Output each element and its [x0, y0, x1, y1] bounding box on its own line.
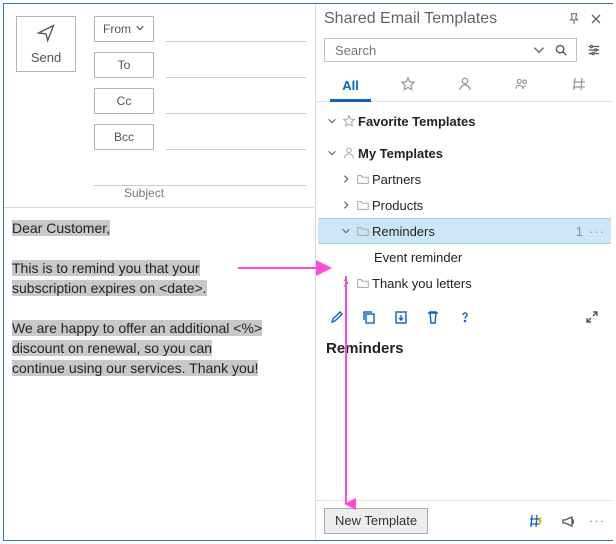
- search-box[interactable]: [324, 38, 577, 62]
- tree-folder[interactable]: Reminders1 ···: [318, 218, 611, 244]
- tree-count: 1: [576, 224, 583, 239]
- tab-tags[interactable]: [550, 69, 607, 101]
- tree-template[interactable]: Event reminder: [318, 244, 611, 270]
- star-icon: [340, 114, 358, 128]
- chevron-down-icon[interactable]: [324, 116, 340, 126]
- chevron-right-icon[interactable]: [338, 278, 354, 288]
- tree-folder[interactable]: Partners: [318, 166, 611, 192]
- tree-folder[interactable]: Products: [318, 192, 611, 218]
- close-icon[interactable]: [585, 8, 607, 30]
- body-line: subscription expires on <date>.: [12, 280, 207, 296]
- tab-all-label: All: [342, 78, 359, 93]
- import-icon[interactable]: [390, 306, 412, 328]
- tree-label: Partners: [372, 172, 605, 187]
- new-template-button[interactable]: New Template: [324, 508, 428, 534]
- hash-bolt-icon[interactable]: [525, 510, 547, 532]
- more-icon[interactable]: ···: [589, 224, 605, 239]
- send-button[interactable]: Send: [16, 16, 76, 72]
- send-label: Send: [31, 50, 61, 65]
- person-icon: [457, 76, 473, 95]
- from-label: From: [103, 22, 131, 36]
- people-icon: [514, 76, 530, 95]
- copy-icon[interactable]: [358, 306, 380, 328]
- tree-label: Thank you letters: [372, 276, 605, 291]
- to-label: To: [118, 58, 131, 72]
- settings-list-icon[interactable]: [583, 39, 605, 61]
- tab-favorites[interactable]: [379, 69, 436, 101]
- chevron-down-icon[interactable]: [338, 226, 354, 236]
- bcc-button[interactable]: Bcc: [94, 124, 154, 150]
- expand-icon[interactable]: [581, 306, 603, 328]
- subject-input[interactable]: [94, 162, 306, 186]
- bcc-input[interactable]: [166, 126, 306, 150]
- delete-icon[interactable]: [422, 306, 444, 328]
- folder-icon: [354, 172, 372, 186]
- body-line: Dear Customer,: [12, 220, 110, 236]
- search-icon[interactable]: [550, 39, 572, 61]
- to-input[interactable]: [166, 54, 306, 78]
- folder-icon: [354, 198, 372, 212]
- email-body[interactable]: Dear Customer, This is to remind you tha…: [12, 218, 312, 378]
- from-button[interactable]: From: [94, 16, 154, 42]
- body-line: We are happy to offer an additional <%>: [12, 320, 262, 336]
- chevron-right-icon[interactable]: [338, 200, 354, 210]
- tree-favorites[interactable]: Favorite Templates: [318, 108, 611, 134]
- help-icon[interactable]: [454, 306, 476, 328]
- body-line: This is to remind you that your: [12, 260, 200, 276]
- folder-icon: [354, 276, 372, 290]
- chevron-down-icon: [135, 22, 145, 36]
- tree-label: Products: [372, 198, 605, 213]
- chevron-down-icon[interactable]: [324, 148, 340, 158]
- send-icon: [36, 23, 56, 46]
- more-icon[interactable]: ···: [589, 513, 605, 528]
- subject-label: Subject: [124, 186, 164, 200]
- folder-icon: [354, 224, 372, 238]
- tree-my-templates[interactable]: My Templates: [318, 140, 611, 166]
- tree-folder[interactable]: Thank you letters: [318, 270, 611, 296]
- new-template-label: New Template: [335, 513, 417, 528]
- cc-label: Cc: [117, 94, 132, 108]
- to-button[interactable]: To: [94, 52, 154, 78]
- bcc-label: Bcc: [114, 130, 134, 144]
- tree-label: My Templates: [358, 146, 605, 161]
- star-icon: [400, 76, 416, 95]
- hash-icon: [571, 76, 587, 95]
- cc-input[interactable]: [166, 90, 306, 114]
- chevron-right-icon[interactable]: [338, 174, 354, 184]
- chevron-down-icon[interactable]: [528, 39, 550, 61]
- cc-button[interactable]: Cc: [94, 88, 154, 114]
- body-line: continue using our services. Thank you!: [12, 360, 258, 376]
- selected-folder-title: Reminders: [316, 334, 613, 357]
- tab-team[interactable]: [493, 69, 550, 101]
- search-input[interactable]: [333, 42, 528, 59]
- tab-all[interactable]: All: [322, 69, 379, 101]
- announce-icon[interactable]: [557, 510, 579, 532]
- tree-label: Event reminder: [374, 250, 605, 265]
- body-line: discount on renewal, so you can: [12, 340, 212, 356]
- pin-icon[interactable]: [563, 8, 585, 30]
- from-input[interactable]: [166, 18, 306, 42]
- person-icon: [340, 146, 358, 160]
- edit-icon[interactable]: [326, 306, 348, 328]
- tree-label: Reminders: [372, 224, 576, 239]
- panel-title: Shared Email Templates: [324, 10, 497, 28]
- tab-personal[interactable]: [436, 69, 493, 101]
- tree-label: Favorite Templates: [358, 114, 605, 129]
